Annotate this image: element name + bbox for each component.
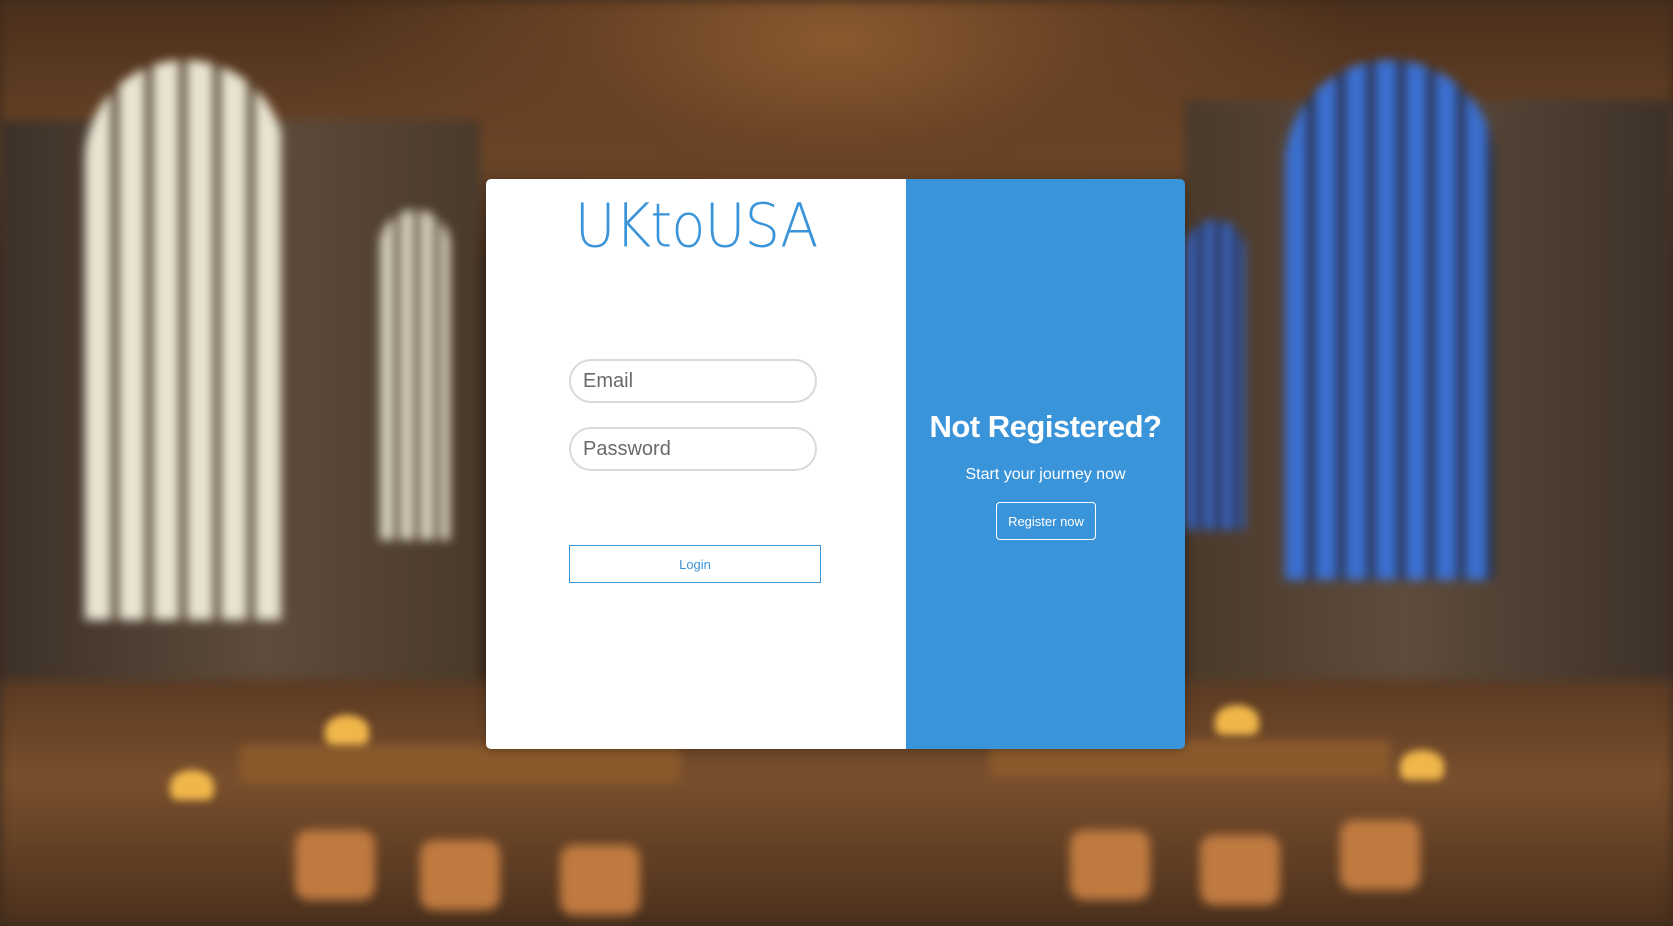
login-panel: UKtoUSA Login bbox=[486, 179, 906, 749]
background-lamp bbox=[325, 715, 369, 745]
login-card: UKtoUSA Login Not Registered? Start your… bbox=[486, 179, 1185, 749]
background-window bbox=[1185, 220, 1245, 530]
background-lamp bbox=[1215, 705, 1259, 735]
register-panel: Not Registered? Start your journey now R… bbox=[906, 179, 1185, 749]
register-subtitle: Start your journey now bbox=[965, 466, 1126, 483]
login-button[interactable]: Login bbox=[569, 545, 821, 583]
background-chair bbox=[420, 840, 500, 910]
background-window bbox=[85, 60, 285, 620]
background-window bbox=[380, 210, 450, 540]
background-chair bbox=[1070, 830, 1150, 900]
background-table bbox=[240, 745, 680, 783]
background-chair bbox=[560, 845, 640, 915]
background-chair bbox=[295, 830, 375, 900]
email-field[interactable] bbox=[569, 359, 817, 403]
password-field[interactable] bbox=[569, 427, 817, 471]
background-lamp bbox=[1400, 750, 1444, 780]
background-chair bbox=[1200, 835, 1280, 905]
not-registered-heading: Not Registered? bbox=[929, 409, 1162, 444]
background-chair bbox=[1340, 820, 1420, 890]
register-now-button[interactable]: Register now bbox=[996, 502, 1096, 540]
brand-logo-text: UKtoUSA bbox=[574, 191, 819, 262]
background-window bbox=[1285, 60, 1495, 580]
background-lamp bbox=[170, 770, 214, 800]
